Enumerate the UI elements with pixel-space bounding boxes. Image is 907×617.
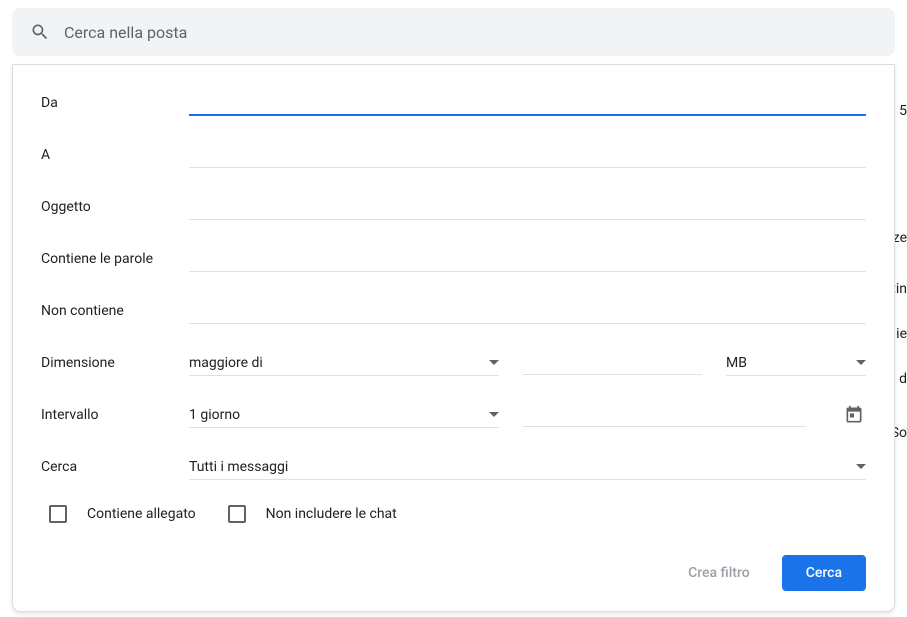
search-in-select[interactable]: Tutti i messaggi (189, 455, 866, 480)
search-in-row: Cerca Tutti i messaggi (41, 453, 866, 481)
date-value-input[interactable] (523, 403, 806, 427)
search-in-label: Cerca (41, 459, 189, 475)
checkbox-box-icon (49, 505, 67, 523)
has-attachment-label: Contiene allegato (87, 506, 196, 522)
to-label: A (41, 147, 189, 163)
size-value-input[interactable] (523, 351, 702, 375)
exclude-chats-checkbox[interactable]: Non includere le chat (228, 505, 397, 523)
to-row: A (41, 141, 866, 169)
subject-row: Oggetto (41, 193, 866, 221)
search-icon-button[interactable] (20, 12, 60, 52)
search-button[interactable]: Cerca (782, 555, 866, 591)
size-unit-value: MB (726, 355, 747, 371)
from-input[interactable] (189, 90, 866, 116)
has-words-input[interactable] (189, 247, 866, 272)
checkbox-box-icon (228, 505, 246, 523)
chevron-down-icon (856, 464, 866, 469)
button-row: Crea filtro Cerca (41, 555, 866, 591)
exclude-chats-label: Non includere le chat (266, 506, 397, 522)
to-input[interactable] (189, 143, 866, 168)
search-bar[interactable]: Cerca nella posta (12, 8, 895, 56)
bg-text: 5 (899, 103, 907, 119)
size-unit-select[interactable]: MB (726, 351, 866, 376)
from-label: Da (41, 95, 189, 111)
date-row: Intervallo 1 giorno (41, 401, 866, 429)
create-filter-button[interactable]: Crea filtro (680, 555, 758, 591)
calendar-icon (844, 405, 864, 425)
date-range-select[interactable]: 1 giorno (189, 403, 499, 428)
not-has-row: Non contiene (41, 297, 866, 325)
checkbox-row: Contiene allegato Non includere le chat (41, 505, 866, 523)
chevron-down-icon (489, 412, 499, 417)
has-attachment-checkbox[interactable]: Contiene allegato (49, 505, 196, 523)
from-row: Da (41, 89, 866, 117)
chevron-down-icon (856, 360, 866, 365)
search-icon (30, 22, 50, 42)
chevron-down-icon (489, 360, 499, 365)
has-words-row: Contiene le parole (41, 245, 866, 273)
date-label: Intervallo (41, 407, 189, 423)
subject-input[interactable] (189, 195, 866, 220)
size-row: Dimensione maggiore di MB (41, 349, 866, 377)
size-label: Dimensione (41, 355, 189, 371)
size-operator-value: maggiore di (189, 355, 263, 371)
has-words-label: Contiene le parole (41, 251, 189, 267)
bg-text: ie (896, 326, 907, 342)
subject-label: Oggetto (41, 199, 189, 215)
date-range-value: 1 giorno (189, 407, 240, 423)
advanced-search-panel: Da A Oggetto Contiene le parole Non cont… (12, 64, 895, 612)
size-operator-select[interactable]: maggiore di (189, 351, 499, 376)
search-in-value: Tutti i messaggi (189, 459, 288, 475)
search-placeholder: Cerca nella posta (64, 23, 187, 42)
calendar-button[interactable] (842, 403, 866, 427)
not-has-input[interactable] (189, 299, 866, 324)
not-has-label: Non contiene (41, 303, 189, 319)
